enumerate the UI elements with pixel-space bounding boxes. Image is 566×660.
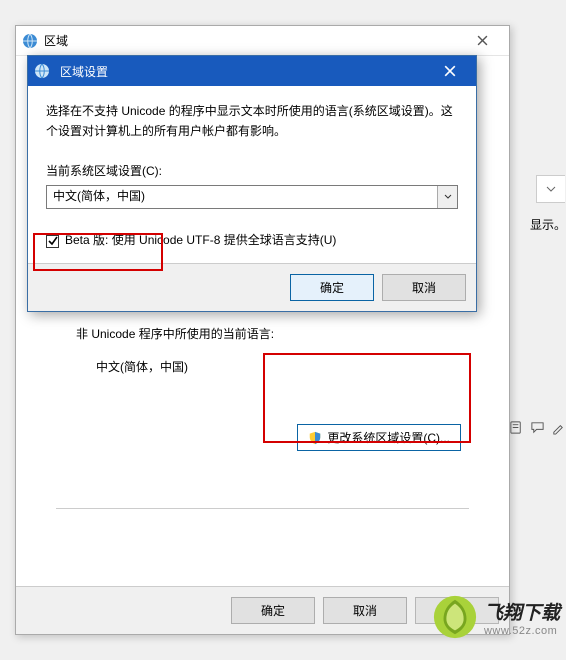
outer-button-bar: 确定 取消 应用 xyxy=(16,586,509,634)
change-system-locale-label: 更改系统区域设置(C)... xyxy=(327,429,450,446)
dialog-ok-button[interactable]: 确定 xyxy=(290,274,374,301)
globe-icon xyxy=(34,63,50,79)
divider xyxy=(56,508,469,509)
change-system-locale-button[interactable]: 更改系统区域设置(C)... xyxy=(297,424,461,451)
shield-icon xyxy=(308,431,322,445)
note-icon[interactable] xyxy=(509,420,524,438)
utf8-checkbox-label: Beta 版: 使用 Unicode UTF-8 提供全球语言支持(U) xyxy=(65,231,336,251)
combo-label: 当前系统区域设置(C): xyxy=(46,162,458,182)
chat-icon[interactable] xyxy=(530,420,545,438)
outer-titlebar: 区域 xyxy=(16,26,509,56)
section-label: 非 Unicode 程序中所使用的当前语言: xyxy=(76,324,274,344)
system-locale-combo[interactable]: 中文(简体，中国) xyxy=(46,185,458,209)
utf8-checkbox-row[interactable]: Beta 版: 使用 Unicode UTF-8 提供全球语言支持(U) xyxy=(46,231,458,251)
checkbox-icon[interactable] xyxy=(46,235,59,248)
current-locale-text: 中文(简体，中国) xyxy=(96,357,274,377)
dialog-description: 选择在不支持 Unicode 的程序中显示文本时所使用的语言(系统区域设置)。这… xyxy=(46,102,458,142)
inner-button-bar: 确定 取消 xyxy=(28,263,476,311)
partial-right-panel xyxy=(536,175,566,203)
close-icon[interactable] xyxy=(461,27,503,55)
outer-window-title: 区域 xyxy=(44,32,461,49)
partial-icon-row xyxy=(509,420,566,438)
combo-selected-value: 中文(简体，中国) xyxy=(47,187,437,207)
globe-icon xyxy=(22,33,38,49)
ok-button[interactable]: 确定 xyxy=(231,597,315,624)
inner-dialog-title: 区域设置 xyxy=(60,63,430,80)
inner-titlebar: 区域设置 xyxy=(28,56,476,86)
edit-icon[interactable] xyxy=(551,420,566,438)
inner-body: 选择在不支持 Unicode 的程序中显示文本时所使用的语言(系统区域设置)。这… xyxy=(28,86,476,263)
dialog-cancel-button[interactable]: 取消 xyxy=(382,274,466,301)
close-icon[interactable] xyxy=(430,57,470,85)
region-settings-dialog: 区域设置 选择在不支持 Unicode 的程序中显示文本时所使用的语言(系统区域… xyxy=(27,55,477,312)
partial-text-right: 显示。 xyxy=(530,216,566,233)
apply-button[interactable]: 应用 xyxy=(415,597,499,624)
cancel-button[interactable]: 取消 xyxy=(323,597,407,624)
chevron-down-icon[interactable] xyxy=(536,175,565,203)
chevron-down-icon[interactable] xyxy=(437,186,457,208)
